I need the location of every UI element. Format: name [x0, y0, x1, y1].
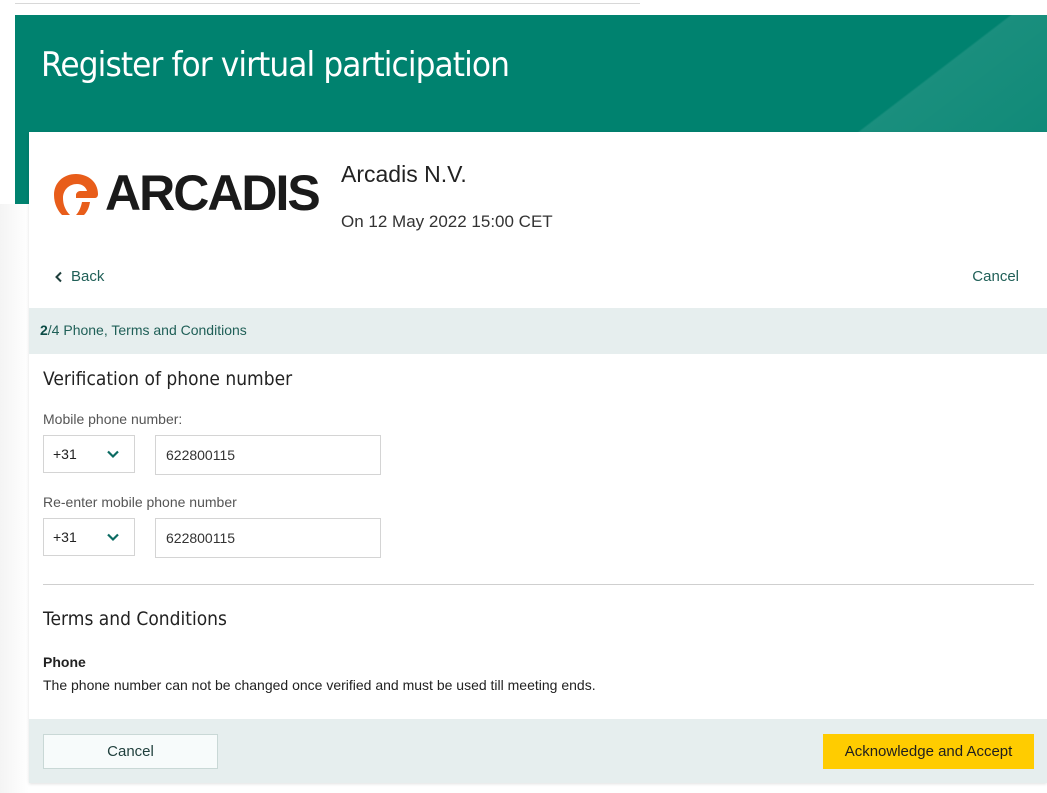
back-label: Back: [71, 268, 105, 285]
company-logo: ARCADIS: [51, 162, 337, 226]
page-header: Register for virtual participation: [15, 15, 1047, 132]
step-label: /4 Phone, Terms and Conditions: [47, 322, 247, 338]
header-accent: [15, 132, 29, 204]
company-name: Arcadis N.V.: [341, 161, 467, 187]
action-bar: Cancel Acknowledge and Accept: [29, 719, 1047, 783]
registration-card: ARCADIS Arcadis N.V. On 12 May 2022 15:0…: [29, 132, 1047, 783]
page-title: Register for virtual participation: [41, 45, 510, 85]
acknowledge-accept-button[interactable]: Acknowledge and Accept: [823, 734, 1034, 769]
cancel-link[interactable]: Cancel: [972, 268, 1019, 285]
country-code-select[interactable]: +31: [43, 435, 135, 473]
mobile-phone-input[interactable]: [155, 435, 381, 475]
step-current: 2: [40, 322, 48, 338]
chevron-down-icon: [107, 450, 119, 459]
term-phone-title: Phone: [43, 654, 86, 670]
reenter-country-code-value: +31: [53, 529, 77, 545]
term-phone-text: The phone number can not be changed once…: [43, 677, 596, 693]
chevron-down-icon: [107, 533, 119, 542]
page-gutter: [0, 204, 29, 793]
header-decoration: [817, 15, 1047, 132]
reenter-phone-label: Re-enter mobile phone number: [43, 494, 237, 510]
reenter-phone-input[interactable]: [155, 518, 381, 558]
back-link[interactable]: Back: [53, 268, 104, 285]
verification-heading: Verification of phone number: [43, 368, 293, 390]
cancel-button[interactable]: Cancel: [43, 734, 218, 769]
chevron-left-icon: [55, 271, 62, 282]
logo-wordmark: ARCADIS: [105, 165, 321, 221]
top-divider: [15, 3, 640, 4]
section-divider: [43, 584, 1034, 585]
country-code-value: +31: [53, 446, 77, 462]
meeting-date: On 12 May 2022 15:00 CET: [341, 212, 553, 231]
step-text: 2/4 Phone, Terms and Conditions: [40, 322, 247, 338]
reenter-country-code-select[interactable]: +31: [43, 518, 135, 556]
arcadis-mark-icon: [54, 174, 98, 215]
step-indicator: 2/4 Phone, Terms and Conditions: [29, 308, 1047, 354]
terms-heading: Terms and Conditions: [43, 608, 227, 630]
mobile-phone-label: Mobile phone number:: [43, 411, 183, 427]
